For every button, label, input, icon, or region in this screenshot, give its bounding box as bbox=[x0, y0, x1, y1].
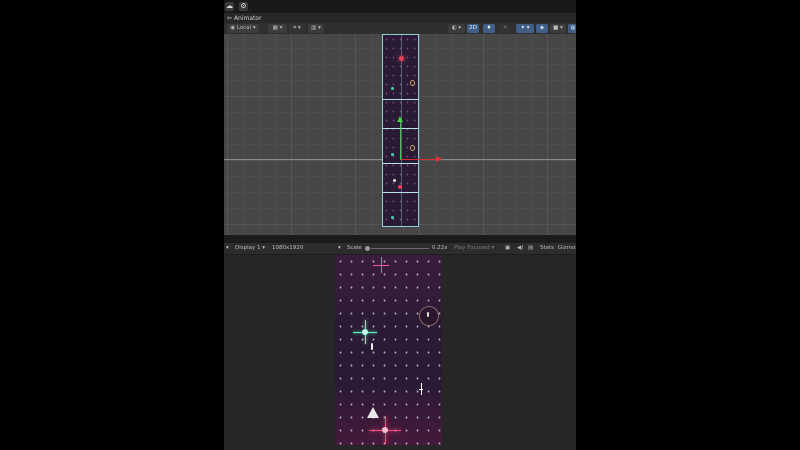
gizmo-x-axis[interactable] bbox=[401, 159, 441, 160]
white-star bbox=[393, 179, 396, 182]
camera-icon: ■ bbox=[553, 25, 559, 31]
lighting-button[interactable]: ♦ bbox=[483, 24, 495, 33]
grid-icon: ▦ bbox=[272, 25, 278, 31]
draw-mode-icon: ◐ bbox=[451, 25, 457, 31]
strip-cell-divider bbox=[383, 163, 418, 164]
planet-core bbox=[427, 312, 429, 317]
increment-snap-button[interactable]: ▥ ▾ bbox=[308, 24, 324, 33]
mute-audio-icon[interactable]: ◀) bbox=[517, 243, 523, 254]
2d-mode-button[interactable]: 2D bbox=[467, 24, 479, 33]
game-toolbar: ▾ Display 1 ▾ 1080x1920 ▾ Scale 0.22x Pl… bbox=[224, 243, 576, 255]
increment-icon: ▥ bbox=[311, 25, 317, 31]
shortcuts-icon[interactable]: ▤ bbox=[528, 243, 533, 254]
scale-label: Scale bbox=[347, 245, 362, 251]
fx-icon: ✦ bbox=[520, 25, 526, 31]
game-view[interactable] bbox=[335, 255, 442, 445]
snap-icon: ⌗ bbox=[293, 25, 297, 31]
pivot-local-dropdown[interactable]: ◉ Local ▾ bbox=[227, 24, 259, 33]
gizmo-y-axis[interactable] bbox=[400, 120, 401, 160]
play-mode-dropdown[interactable]: Play Focused ▾ bbox=[454, 243, 494, 254]
green-star bbox=[391, 216, 394, 219]
scale-value: 0.22x bbox=[432, 245, 448, 251]
tab-animator[interactable]: ✂ Animator bbox=[227, 14, 262, 23]
hidden-icon: ◈ bbox=[539, 25, 545, 31]
gizmo-y-arrow[interactable] bbox=[397, 116, 403, 122]
draw-mode-button[interactable]: ◐ ▾ bbox=[448, 24, 465, 33]
fx-button[interactable]: ✦ ▾ bbox=[516, 24, 534, 33]
light-icon: ♦ bbox=[486, 25, 492, 31]
display-dropdown[interactable]: Display 1 ▾ bbox=[235, 243, 265, 254]
scale-arrow[interactable]: ▾ bbox=[338, 243, 341, 254]
resolution-dropdown[interactable]: 1080x1920 bbox=[272, 243, 303, 254]
tab-animator-label: Animator bbox=[233, 15, 262, 22]
snapshot-icon[interactable]: ▣ bbox=[505, 243, 510, 254]
gizmo-icon: ◍ bbox=[570, 25, 576, 31]
pivot-label: Local bbox=[236, 25, 252, 31]
top-bar: ☁ ⚙ bbox=[224, 0, 576, 13]
audio-icon: ✕ bbox=[502, 25, 508, 31]
gear-icon[interactable]: ⚙ bbox=[239, 2, 248, 11]
game-menu-arrow[interactable]: ▾ bbox=[226, 243, 229, 254]
planet-ring bbox=[410, 145, 415, 151]
gizmo-x-arrow[interactable] bbox=[436, 156, 442, 162]
scale-slider-track[interactable] bbox=[371, 248, 429, 249]
hidden-objects-button[interactable]: ◈ bbox=[536, 24, 548, 33]
planet-ring bbox=[419, 306, 439, 326]
audio-button[interactable]: ✕ bbox=[499, 24, 511, 33]
strip-cell-divider bbox=[383, 192, 418, 193]
cloud-icon[interactable]: ☁ bbox=[225, 2, 234, 11]
gizmos-toggle[interactable]: Gizmos bbox=[558, 243, 576, 254]
planet-ring bbox=[410, 80, 415, 86]
red-star bbox=[399, 56, 404, 61]
unity-editor: ☁ ⚙ ✂ Animator ◉ Local ▾ ▦ ▾ ⌗ ▾ ▥ ▾ ◐ ▾… bbox=[224, 0, 576, 450]
stats-button[interactable]: Stats bbox=[540, 243, 554, 254]
gizmos-button[interactable]: ◍ bbox=[568, 24, 576, 33]
green-star bbox=[391, 87, 394, 90]
scale-slider-knob[interactable] bbox=[365, 246, 370, 251]
green-star bbox=[391, 153, 394, 156]
scene-view[interactable] bbox=[224, 34, 576, 235]
snap-button[interactable]: ⌗ ▾ bbox=[289, 24, 305, 33]
enemy-ship bbox=[371, 343, 373, 350]
red-star bbox=[398, 185, 402, 189]
camera-button[interactable]: ■ ▾ bbox=[550, 24, 566, 33]
strip-split bbox=[401, 35, 402, 226]
player-ship[interactable] bbox=[367, 407, 379, 418]
globe-icon: ◉ bbox=[230, 25, 236, 31]
grid-snap-button[interactable]: ▦ ▾ bbox=[268, 24, 287, 33]
strip-cell-divider bbox=[383, 99, 418, 100]
animator-icon: ✂ bbox=[227, 15, 233, 22]
